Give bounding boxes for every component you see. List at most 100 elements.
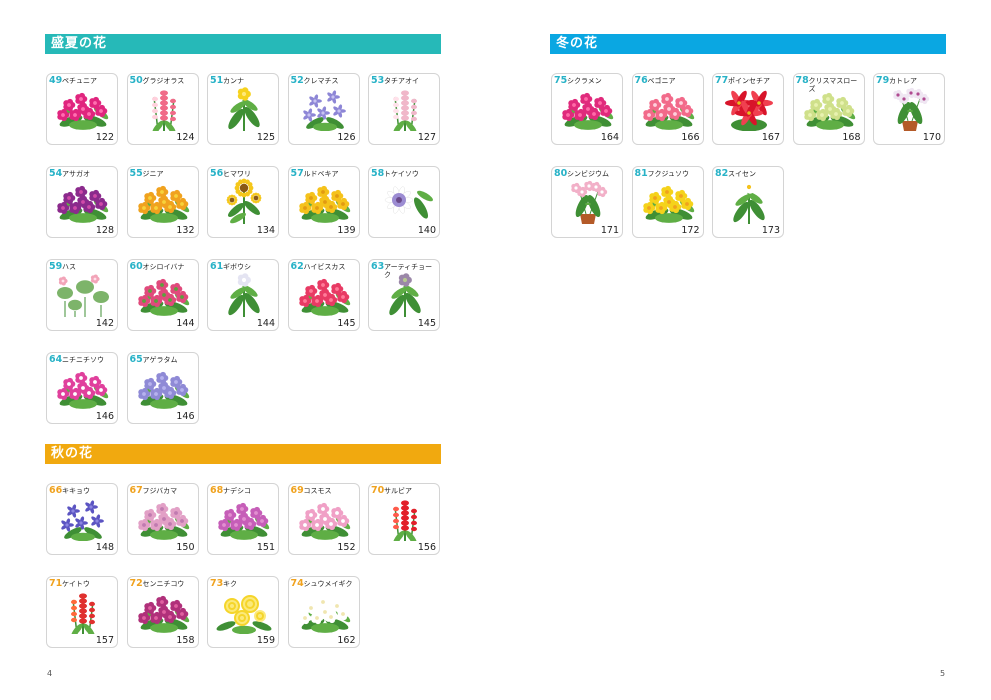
section-title: 秋の花 [51,446,94,461]
flower-name: ポインセチア [728,77,770,85]
flower-photo [137,371,189,409]
flower-card[interactable]: 79 カトレア 170 [873,73,945,145]
flower-card[interactable]: 71 ケイトウ 157 [46,576,118,648]
flower-card[interactable]: 68 ナデシコ 151 [207,483,279,555]
flower-name: コスモス [303,487,332,495]
flower-card[interactable]: 49 ペチュニア 122 [46,73,118,145]
flower-name: グラジオラス [142,77,185,85]
flower-number: 63 [371,261,385,272]
flower-photo [571,180,608,224]
flower-photo [642,185,694,223]
page-ref: 152 [337,542,356,553]
flower-number: 73 [210,578,224,589]
page-ref: 166 [681,132,700,143]
flower-card[interactable]: 51 カンナ 125 [207,73,279,145]
flower-name: ギボウシ [223,263,251,271]
flower-card[interactable]: 66 キキョウ 148 [46,483,118,555]
flower-photo [137,185,189,223]
flower-photo [216,595,272,634]
flower-number: 79 [876,75,890,86]
flower-card[interactable]: 60 オシロイバナ 144 [126,259,199,331]
flower-card[interactable]: 63 アーティチョーク 145 [368,259,440,331]
flower-number: 67 [129,485,143,496]
flower-card[interactable]: 56 ヒマワリ 134 [207,166,279,238]
page-ref: 142 [95,318,114,329]
page-ref: 167 [761,132,780,143]
flower-name: ベゴニア [647,77,676,85]
flower-photo [61,500,104,541]
flower-name: フジバカマ [142,487,178,495]
flower-name: センニチコウ [142,580,185,588]
flower-photo [562,92,614,130]
flower-name: アサガオ [62,170,90,178]
flower-card[interactable]: 55 ジニア 132 [126,166,199,238]
page-ref: 159 [256,635,275,646]
section-title: 冬の花 [556,36,599,51]
flower-card[interactable]: 58 トケイソウ 140 [368,166,440,238]
flower-number: 68 [210,485,224,496]
flower-number: 55 [129,168,143,179]
flower-photo [298,185,350,223]
flower-card[interactable]: 54 アサガオ 128 [46,166,118,238]
section-bar-autumn: 秋の花 [45,444,441,464]
flower-card[interactable]: 67 フジバカマ 150 [126,483,199,555]
flower-card[interactable]: 78 クリスマスローズ 168 [792,73,865,145]
flower-card[interactable]: 81 フクジュソウ 172 [631,166,704,238]
flower-photo [298,595,350,633]
flower-card[interactable]: 77 ポインセチア 167 [712,73,784,145]
flower-photo [151,90,176,131]
flower-card[interactable]: 61 ギボウシ 144 [207,259,279,331]
flower-number: 61 [210,261,224,272]
page-ref: 122 [95,132,114,143]
flower-card[interactable]: 82 スイセン 173 [712,166,784,238]
page-ref: 148 [95,542,114,553]
flower-name: クリスマスローズ [808,77,858,93]
flower-card[interactable]: 75 シクラメン 164 [551,73,623,145]
flower-card[interactable]: 50 グラジオラス 124 [126,73,199,145]
flower-name: クレマチス [303,77,339,85]
page-ref: 145 [417,318,436,329]
flower-card[interactable]: 65 アゲラタム 146 [126,352,199,424]
flower-name: ジニア [142,170,164,178]
flower-number: 53 [371,75,385,86]
flower-number: 64 [49,354,63,365]
flower-photo [218,502,270,540]
flower-name: シクラメン [567,77,602,85]
page-ref: 150 [176,542,195,553]
flower-card[interactable]: 64 ニチニチソウ 146 [46,352,118,424]
flower-name: ハス [62,263,76,271]
flower-name: タチアオイ [384,77,419,85]
flower-photo [302,90,346,131]
flower-name: ペチュニア [62,77,97,85]
page-number-left: 4 [47,669,53,678]
flower-card[interactable]: 70 サルビア 156 [368,483,440,555]
flower-number: 78 [795,75,809,86]
page-number-right: 5 [940,669,946,678]
flower-card[interactable]: 80 シンビジウム 171 [551,166,623,238]
flower-card[interactable]: 53 タチアオイ 127 [368,73,440,145]
flower-card[interactable]: 59 ハス 142 [46,259,118,331]
page-ref: 170 [922,132,941,143]
flower-photo [226,178,262,224]
flower-number: 65 [129,354,143,365]
flower-card[interactable]: 57 ルドベキア 139 [287,166,360,238]
page-ref: 144 [256,318,275,329]
flower-number: 58 [371,168,385,179]
flower-photo [642,92,694,130]
flower-card[interactable]: 69 コスモス 152 [287,483,360,555]
flower-card[interactable]: 74 シュウメイギク 162 [287,576,360,648]
flower-number: 57 [290,168,304,179]
flower-card[interactable]: 72 センニチコウ 158 [126,576,199,648]
page-ref: 125 [256,132,275,143]
flower-card[interactable]: 76 ベゴニア 166 [631,73,704,145]
flower-photo [57,92,109,130]
flower-card[interactable]: 73 キク 159 [207,576,279,648]
flower-number: 76 [634,75,648,86]
flower-name: フクジュソウ [647,170,690,178]
section-bar-summer: 盛夏の花 [45,34,441,54]
flower-card[interactable]: 62 ハイビスカス 145 [287,259,360,331]
flower-number: 56 [210,168,224,179]
flower-card[interactable]: 52 クレマチス 126 [287,73,360,145]
flower-number: 75 [554,75,568,86]
flower-number: 66 [49,485,63,496]
